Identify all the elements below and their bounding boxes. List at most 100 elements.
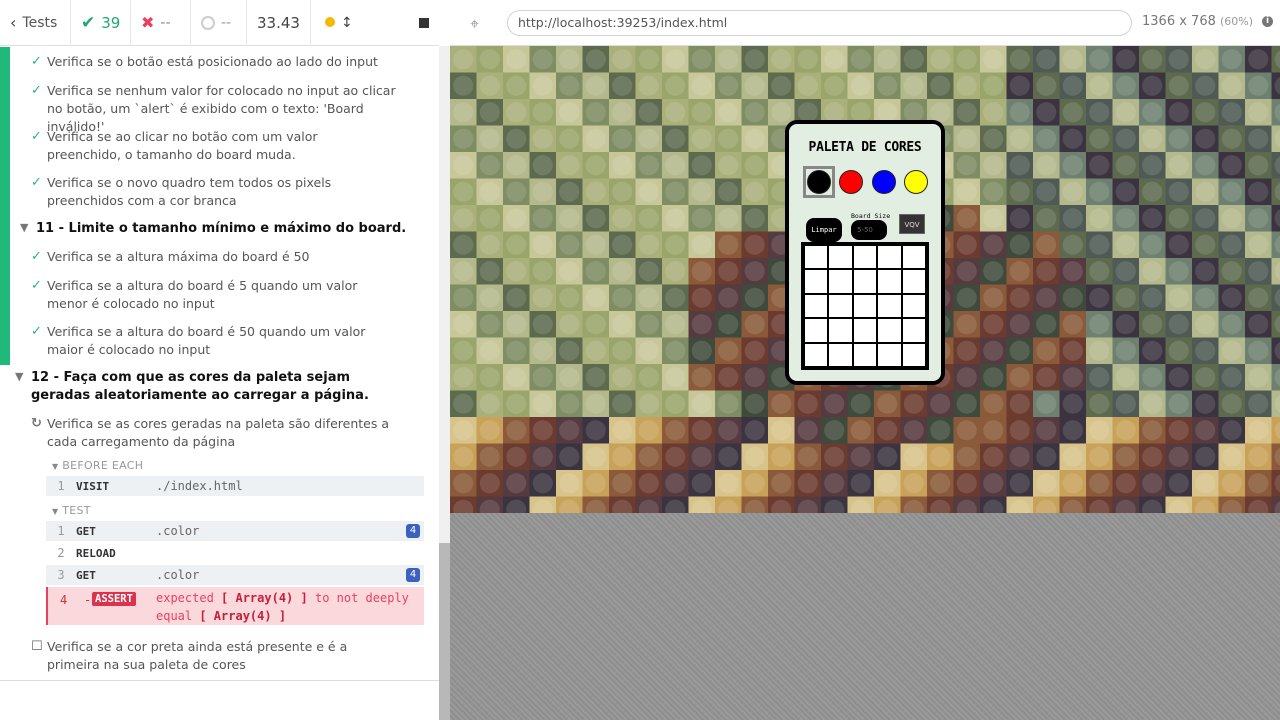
pixel[interactable] xyxy=(828,245,853,270)
mosaic-stud xyxy=(1168,367,1189,388)
mosaic-stud xyxy=(1062,234,1083,255)
pixel[interactable] xyxy=(901,293,926,319)
pixel[interactable] xyxy=(901,269,926,294)
mosaic-stud xyxy=(983,340,1004,361)
mosaic-stud xyxy=(691,420,712,441)
selector-playground-icon[interactable]: ⌖ xyxy=(470,14,488,33)
mosaic-stud xyxy=(1221,340,1242,361)
pixel[interactable] xyxy=(804,293,829,319)
pixel[interactable] xyxy=(877,293,902,319)
pixel[interactable] xyxy=(828,342,853,367)
mosaic-stud xyxy=(1062,49,1083,70)
hook-test[interactable]: ▼ TEST xyxy=(52,504,91,517)
mosaic-stud xyxy=(1089,128,1110,149)
test-title: Verifica se ao clicar no botão com um va… xyxy=(47,129,318,162)
pixel[interactable] xyxy=(901,342,926,367)
mosaic-stud xyxy=(930,473,951,494)
mosaic-stud xyxy=(506,340,527,361)
mosaic-stud xyxy=(1248,473,1269,494)
command-name: VISIT xyxy=(76,479,110,493)
mosaic-stud xyxy=(1195,261,1216,282)
mosaic-stud xyxy=(559,367,580,388)
mosaic-stud xyxy=(718,128,739,149)
pixel[interactable] xyxy=(828,318,853,343)
mosaic-stud xyxy=(1009,420,1030,441)
color-swatch-red[interactable] xyxy=(839,170,863,194)
color-swatch-yellow[interactable] xyxy=(904,170,928,194)
mosaic-stud xyxy=(1168,234,1189,255)
mosaic-stud xyxy=(983,420,1004,441)
suite-12-title[interactable]: ▼ 12 - Faça com que as cores da paleta se… xyxy=(15,369,415,409)
mosaic-stud xyxy=(665,473,686,494)
mosaic-stud xyxy=(559,181,580,202)
mosaic-stud xyxy=(1036,181,1057,202)
mosaic-stud xyxy=(1089,155,1110,176)
mosaic-stud xyxy=(1036,75,1057,96)
mosaic-stud xyxy=(506,49,527,70)
pixel[interactable] xyxy=(804,318,829,343)
pixel[interactable] xyxy=(877,342,902,367)
tests-button[interactable]: ‹ Tests xyxy=(0,0,71,46)
pixel[interactable] xyxy=(828,269,853,294)
mosaic-stud xyxy=(983,446,1004,467)
mosaic-stud xyxy=(612,155,633,176)
pixel[interactable] xyxy=(877,318,902,343)
stop-icon[interactable] xyxy=(419,17,429,28)
pixel-art-app: PALETA DE CORES Limpar Board Size 5-50 V… xyxy=(785,120,945,385)
hook-before-each[interactable]: ▼ BEFORE EACH xyxy=(52,459,143,472)
check-icon: ✓ xyxy=(31,324,42,339)
mosaic-stud xyxy=(585,234,606,255)
pixel[interactable] xyxy=(901,245,926,270)
command-row[interactable]: 1 GET .color 4 xyxy=(46,521,424,541)
mosaic-stud xyxy=(1089,75,1110,96)
command-row[interactable]: 1 VISIT ./index.html xyxy=(46,476,424,496)
assert-expected-word: expected xyxy=(156,591,214,605)
mosaic-stud xyxy=(956,234,977,255)
pixel[interactable] xyxy=(828,293,853,319)
mosaic-stud xyxy=(506,181,527,202)
pixel[interactable] xyxy=(852,245,878,270)
mosaic-stud xyxy=(983,287,1004,308)
mosaic-stud xyxy=(638,128,659,149)
mosaic-stud xyxy=(1115,49,1136,70)
pixel[interactable] xyxy=(804,245,829,270)
reporter-scrollbar-thumb[interactable] xyxy=(439,543,450,720)
pixel[interactable] xyxy=(877,269,902,294)
mosaic-stud xyxy=(585,181,606,202)
mosaic-stud xyxy=(1248,128,1269,149)
assert-command-row[interactable]: 4 - ASSERT expected [ Array(4) ] to not … xyxy=(46,587,424,625)
auto-scroll-toggle[interactable]: ↕ xyxy=(325,15,353,31)
mosaic-stud xyxy=(1195,473,1216,494)
failed-count: ✖ -- xyxy=(131,0,191,46)
mosaic-stud xyxy=(1248,340,1269,361)
mosaic-stud xyxy=(638,473,659,494)
pixel[interactable] xyxy=(901,318,926,343)
mosaic-stud xyxy=(877,75,898,96)
mosaic-stud xyxy=(718,155,739,176)
mosaic-stud xyxy=(1115,420,1136,441)
pixel[interactable] xyxy=(852,318,878,343)
mosaic-stud xyxy=(1221,287,1242,308)
mosaic-stud xyxy=(1009,49,1030,70)
pixel[interactable] xyxy=(804,342,829,367)
mosaic-stud xyxy=(956,128,977,149)
mosaic-stud xyxy=(930,446,951,467)
empty-square-icon: ☐ xyxy=(31,639,43,654)
color-swatch-black[interactable] xyxy=(807,170,831,194)
command-row[interactable]: 3 GET .color 4 xyxy=(46,565,424,585)
info-icon[interactable]: i xyxy=(1262,16,1273,27)
pixel[interactable] xyxy=(852,269,878,294)
generate-board-button[interactable]: VQV xyxy=(899,214,925,234)
pixel[interactable] xyxy=(877,245,902,270)
pixel[interactable] xyxy=(852,342,878,367)
pixel[interactable] xyxy=(852,293,878,319)
command-row[interactable]: 2 RELOAD xyxy=(46,543,424,563)
pixel[interactable] xyxy=(804,269,829,294)
clear-board-button[interactable]: Limpar xyxy=(806,218,842,242)
color-swatch-blue[interactable] xyxy=(872,170,896,194)
board-size-input[interactable]: 5-50 xyxy=(851,220,887,240)
mosaic-stud xyxy=(612,181,633,202)
test-title: Verifica se a altura máxima do board é 5… xyxy=(47,249,310,264)
url-field[interactable]: http://localhost:39253/index.html xyxy=(507,10,1132,36)
mosaic-stud xyxy=(903,49,924,70)
